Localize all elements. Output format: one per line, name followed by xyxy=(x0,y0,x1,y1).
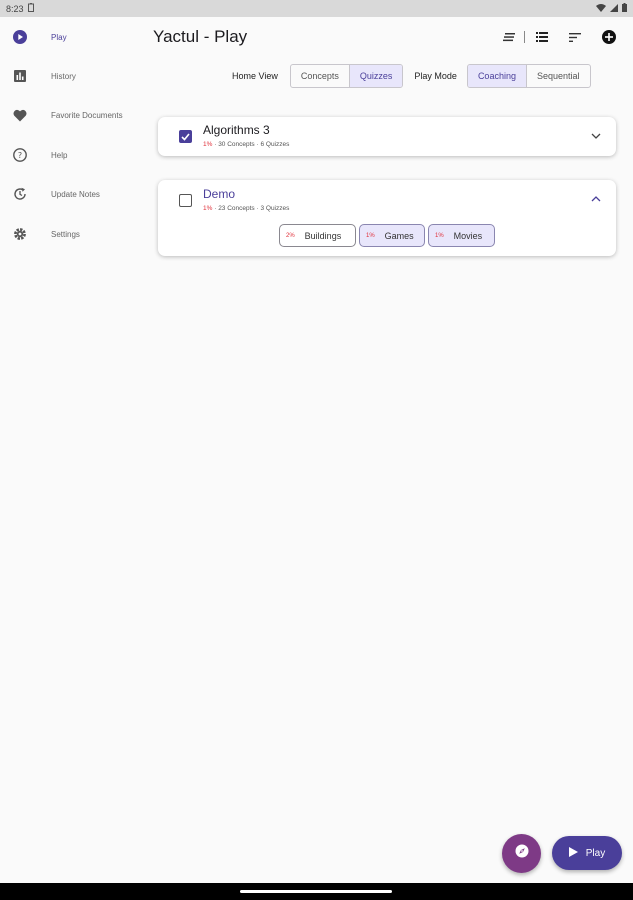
heart-icon xyxy=(12,107,28,123)
play-circle-icon xyxy=(12,29,28,45)
document-meta: 1% · 23 Concepts · 3 Quizzes xyxy=(203,205,289,212)
play-mode-option-coaching[interactable]: Coaching xyxy=(467,65,527,87)
document-checkbox[interactable] xyxy=(179,194,192,207)
battery-saver-icon xyxy=(27,3,34,14)
compass-icon xyxy=(515,844,529,863)
home-view-option-concepts[interactable]: Concepts xyxy=(291,65,350,87)
chevron-down-icon[interactable] xyxy=(590,130,602,142)
home-view-label: Home View xyxy=(232,71,278,81)
home-handle[interactable] xyxy=(240,890,392,893)
sidebar-item-label: Update Notes xyxy=(51,189,100,199)
sidebar-item-label: Play xyxy=(51,32,67,42)
battery-icon xyxy=(622,3,627,14)
update-icon xyxy=(12,186,28,202)
svg-text:?: ? xyxy=(18,151,22,160)
play-button-label: Play xyxy=(585,847,606,859)
quiz-chip-games[interactable]: 1% Games xyxy=(359,224,425,247)
quiz-progress: 1% xyxy=(366,232,375,239)
toolbar-divider xyxy=(518,30,530,44)
explore-button[interactable] xyxy=(502,834,541,873)
quiz-label: Games xyxy=(384,230,414,241)
play-mode-option-sequential[interactable]: Sequential xyxy=(527,65,590,87)
sidebar-item-label: Settings xyxy=(51,229,80,239)
help-icon: ? xyxy=(12,147,28,163)
sidebar-item-label: Help xyxy=(51,150,68,160)
quiz-label: Movies xyxy=(453,230,483,241)
home-view-option-quizzes[interactable]: Quizzes xyxy=(349,65,403,87)
quiz-chip-movies[interactable]: 1% Movies xyxy=(428,224,495,247)
chevron-up-icon[interactable] xyxy=(590,193,602,205)
sidebar-item-favorite-documents[interactable]: Favorite Documents xyxy=(0,103,148,127)
document-progress: 1% xyxy=(203,205,213,212)
document-title: Demo xyxy=(203,187,236,201)
document-counts: · 30 Concepts · 6 Quizzes xyxy=(214,141,290,148)
sidebar-item-help[interactable]: ? Help xyxy=(0,143,148,167)
wifi-icon xyxy=(596,3,606,14)
quiz-chips: 2% Buildings 1% Games 1% Movies xyxy=(279,224,495,247)
quiz-progress: 2% xyxy=(286,232,295,239)
gear-icon xyxy=(12,226,28,242)
document-progress: 1% xyxy=(203,141,213,148)
add-icon[interactable] xyxy=(600,28,618,46)
sidebar-item-update-notes[interactable]: Update Notes xyxy=(0,182,148,206)
document-counts: · 23 Concepts · 3 Quizzes xyxy=(214,205,290,212)
status-bar: 8:23 xyxy=(0,0,633,17)
system-nav-bar xyxy=(0,883,633,900)
document-card[interactable]: Demo 1% · 23 Concepts · 3 Quizzes 2% Bui… xyxy=(158,180,616,256)
home-view-toggle: Concepts Quizzes xyxy=(289,64,404,88)
signal-icon xyxy=(610,3,618,14)
sidebar-item-settings[interactable]: Settings xyxy=(0,222,148,246)
sidebar-item-label: Favorite Documents xyxy=(51,110,123,120)
sidebar-item-history[interactable]: History xyxy=(0,64,148,88)
quiz-label: Buildings xyxy=(304,230,342,241)
view-controls: Home View Concepts Quizzes Play Mode Coa… xyxy=(232,64,591,88)
status-time: 8:23 xyxy=(6,3,24,14)
play-mode-toggle: Coaching Sequential xyxy=(466,64,591,88)
quiz-progress: 1% xyxy=(435,232,444,239)
document-meta: 1% · 30 Concepts · 6 Quizzes xyxy=(203,141,289,148)
sidebar-item-label: History xyxy=(51,71,76,81)
document-checkbox[interactable] xyxy=(179,130,192,143)
bar-chart-icon xyxy=(12,68,28,84)
sidebar-item-play[interactable]: Play xyxy=(0,25,148,49)
list-icon[interactable] xyxy=(533,28,551,46)
notes-icon[interactable] xyxy=(500,28,518,46)
document-card[interactable]: Algorithms 3 1% · 30 Concepts · 6 Quizze… xyxy=(158,117,616,156)
page-title: Yactul - Play xyxy=(153,27,248,46)
play-mode-label: Play Mode xyxy=(414,71,457,81)
document-title: Algorithms 3 xyxy=(203,123,270,137)
toolbar xyxy=(500,28,618,46)
sort-icon[interactable] xyxy=(566,28,584,46)
play-icon xyxy=(568,846,578,860)
play-button[interactable]: Play xyxy=(552,836,622,870)
quiz-chip-buildings[interactable]: 2% Buildings xyxy=(279,224,356,247)
